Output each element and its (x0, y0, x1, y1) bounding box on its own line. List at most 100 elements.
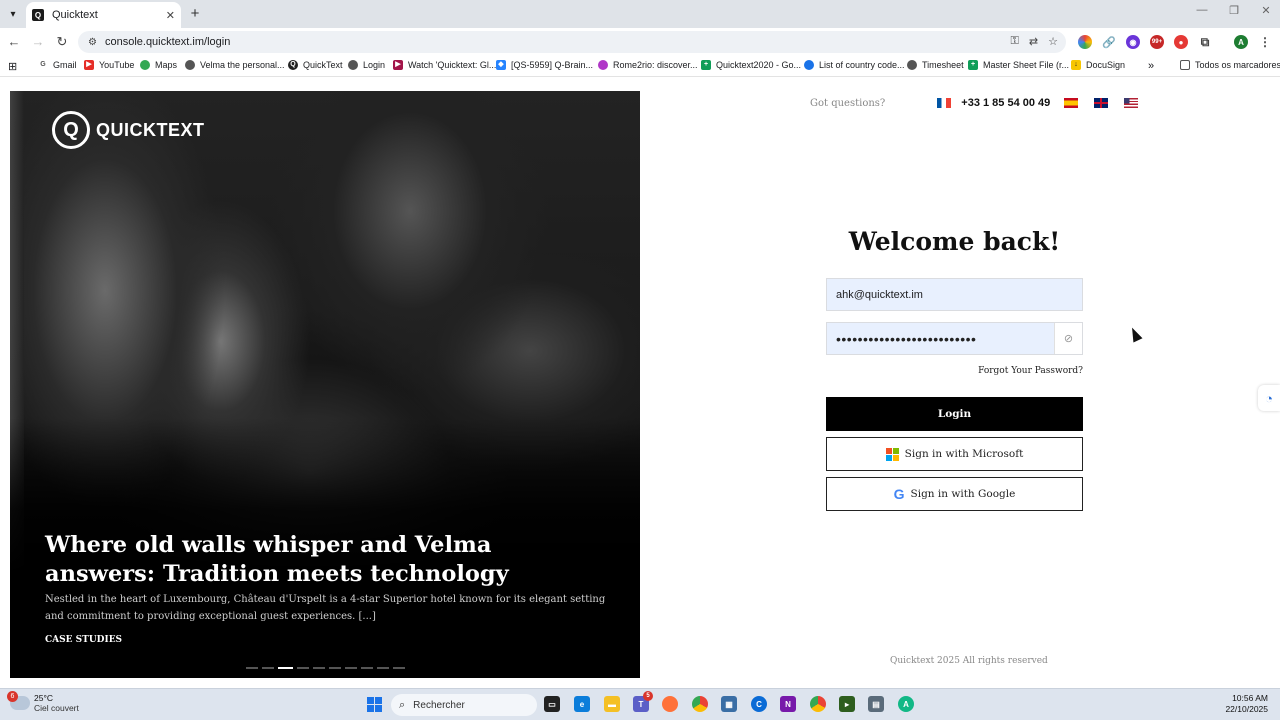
terminal-icon[interactable]: ▸ (839, 696, 855, 712)
usa-flag-icon[interactable] (1124, 98, 1139, 108)
slider-dot[interactable] (377, 667, 389, 669)
slider-dot[interactable] (246, 667, 258, 669)
teams-icon[interactable]: T5 (633, 691, 653, 712)
firefox-icon[interactable] (662, 696, 678, 712)
browser-tab-bar: ▾ Q Quicktext ✕ + — ❐ ✕ (0, 0, 1280, 28)
translate-icon[interactable]: ⇄ (1029, 35, 1038, 48)
bookmark-maps[interactable]: Maps (140, 60, 177, 70)
bookmark-qs-5959[interactable]: ◆ [QS-5959] Q-Brain... (496, 60, 593, 70)
bookmark-timesheet[interactable]: Timesheet (907, 60, 964, 70)
globe-icon (185, 60, 195, 70)
site-info-icon[interactable]: ⚙ (88, 37, 97, 48)
minimize-icon[interactable]: — (1187, 4, 1217, 16)
file-explorer-icon[interactable]: ▬ (604, 696, 620, 712)
temperature: 25°C (34, 693, 53, 703)
forgot-password-link[interactable]: Forgot Your Password? (826, 366, 1083, 376)
address-bar[interactable]: ⚙ console.quicktext.im/login ⚿ ⇄ ☆ (78, 31, 1066, 53)
quicktext-logo-q-icon: Q (52, 111, 90, 149)
hero-slider: Q QUICKTEXT Where old walls whisper and … (10, 91, 640, 678)
bookmark-gmail[interactable]: G Gmail (38, 60, 77, 70)
bookmark-velma[interactable]: Velma the personal... (185, 60, 285, 70)
bookmark-quicktext[interactable]: Q QuickText (288, 60, 343, 70)
quicktext-logo: Q QUICKTEXT (52, 111, 205, 149)
onenote-icon[interactable]: N (780, 696, 796, 712)
hero-title: Where old walls whisper and Velma answer… (45, 532, 509, 587)
chrome-profile-icon[interactable] (810, 696, 826, 712)
extension-purple-icon[interactable]: ◉ (1126, 35, 1140, 49)
slider-dot[interactable] (278, 667, 293, 669)
site-icon (804, 60, 814, 70)
back-arrow-icon[interactable]: ← (6, 34, 22, 49)
restore-icon[interactable]: ❐ (1219, 4, 1249, 17)
extension-link-icon[interactable]: 🔗 (1102, 35, 1116, 49)
welcome-heading: Welcome back! (848, 227, 1061, 256)
bookmark-star-icon[interactable]: ☆ (1048, 35, 1058, 48)
slider-dot[interactable] (345, 667, 357, 669)
bookmark-watch-quicktext[interactable]: ▶ Watch 'Quicktext: Gl... (393, 60, 496, 70)
slider-dot[interactable] (361, 667, 373, 669)
app-icon-2[interactable]: C (751, 696, 767, 712)
weather-badge: 6 (7, 691, 18, 702)
slider-dot[interactable] (313, 667, 325, 669)
uk-flag-icon[interactable] (1094, 98, 1109, 108)
extension-red-icon[interactable]: ● (1174, 35, 1188, 49)
chat-widget-icon[interactable]: ◔ (1258, 385, 1280, 411)
bookmark-youtube[interactable]: ▶ YouTube (84, 60, 134, 70)
case-studies-link[interactable]: CASE STUDIES (45, 635, 122, 645)
footer-copyright: Quicktext 2025 All rights reserved (890, 656, 1048, 666)
extensions-puzzle-icon[interactable]: ⧉ (1198, 35, 1212, 49)
password-key-icon[interactable]: ⚿ (1011, 35, 1019, 48)
bookmark-login[interactable]: Login (348, 60, 385, 70)
google-signin-button[interactable]: G Sign in with Google (826, 477, 1083, 511)
password-field[interactable]: •••••••••••••••••••••••••• ⊘ (826, 322, 1083, 355)
tab-close-icon[interactable]: ✕ (166, 9, 175, 22)
browser-tab-quicktext[interactable]: Q Quicktext ✕ (26, 2, 181, 28)
calculator-icon[interactable]: ▤ (868, 696, 884, 712)
mouse-cursor-icon (1127, 325, 1143, 343)
phone-number[interactable]: +33 1 85 54 00 49 (961, 97, 1050, 109)
slider-dot[interactable] (329, 667, 341, 669)
extension-color-icon[interactable] (1078, 35, 1092, 49)
task-view-icon[interactable]: ▭ (544, 696, 560, 712)
bookmark-master-sheet[interactable]: + Master Sheet File (r... (968, 60, 1069, 70)
edge-icon[interactable]: e (574, 696, 590, 712)
taskbar-search[interactable]: ⌕ Rechercher (391, 694, 537, 716)
all-bookmarks-folder[interactable]: Todos os marcadores (1180, 60, 1280, 70)
profile-avatar[interactable]: A (1234, 35, 1248, 49)
tab-search-chevron-icon[interactable]: ▾ (4, 5, 22, 23)
clock-time: 10:56 AM (1232, 693, 1268, 703)
apps-grid-icon[interactable]: ⊞ (8, 60, 17, 73)
weather-widget[interactable]: 6 25°C Ciel couvert (7, 691, 79, 713)
login-button[interactable]: Login (826, 397, 1083, 431)
weather-description: Ciel couvert (34, 703, 79, 713)
bookmark-rome2rio[interactable]: Rome2rio: discover... (598, 60, 698, 70)
play-icon: ▶ (393, 60, 403, 70)
reload-icon[interactable]: ↻ (54, 34, 70, 50)
slider-dot[interactable] (393, 667, 405, 669)
bookmark-docusign[interactable]: ↓ DocuSign (1071, 60, 1125, 70)
email-field[interactable]: ahk@quicktext.im (826, 278, 1083, 311)
sheets-icon: + (701, 60, 711, 70)
system-clock[interactable]: 10:56 AM 22/10/2025 (1225, 693, 1268, 715)
slider-dots (246, 667, 405, 669)
forward-arrow-icon[interactable]: → (30, 34, 46, 49)
eye-slash-icon[interactable]: ⊘ (1054, 323, 1082, 354)
microsoft-signin-button[interactable]: Sign in with Microsoft (826, 437, 1083, 471)
new-tab-plus-icon[interactable]: + (188, 5, 202, 22)
slider-dot[interactable] (297, 667, 309, 669)
app-icon-3[interactable]: A (898, 696, 914, 712)
slider-dot[interactable] (262, 667, 274, 669)
chrome-icon[interactable] (692, 696, 708, 712)
extension-badge-icon[interactable]: 99+ (1150, 35, 1164, 49)
bookmark-country-codes[interactable]: List of country code... (804, 60, 905, 70)
browser-menu-icon[interactable]: ⋮ (1258, 35, 1272, 49)
app-icon-1[interactable]: ▦ (721, 696, 737, 712)
login-page: Q QUICKTEXT Where old walls whisper and … (0, 77, 1280, 688)
teams-badge: 5 (643, 691, 653, 701)
bookmark-quicktext2020[interactable]: + Quicktext2020 - Go... (701, 60, 801, 70)
windows-start-icon[interactable] (367, 697, 382, 712)
more-bookmarks-chevron-icon[interactable]: » (1148, 60, 1154, 72)
spain-flag-icon[interactable] (1064, 98, 1079, 108)
email-value: ahk@quicktext.im (836, 288, 923, 301)
window-close-icon[interactable]: ✕ (1251, 4, 1280, 17)
